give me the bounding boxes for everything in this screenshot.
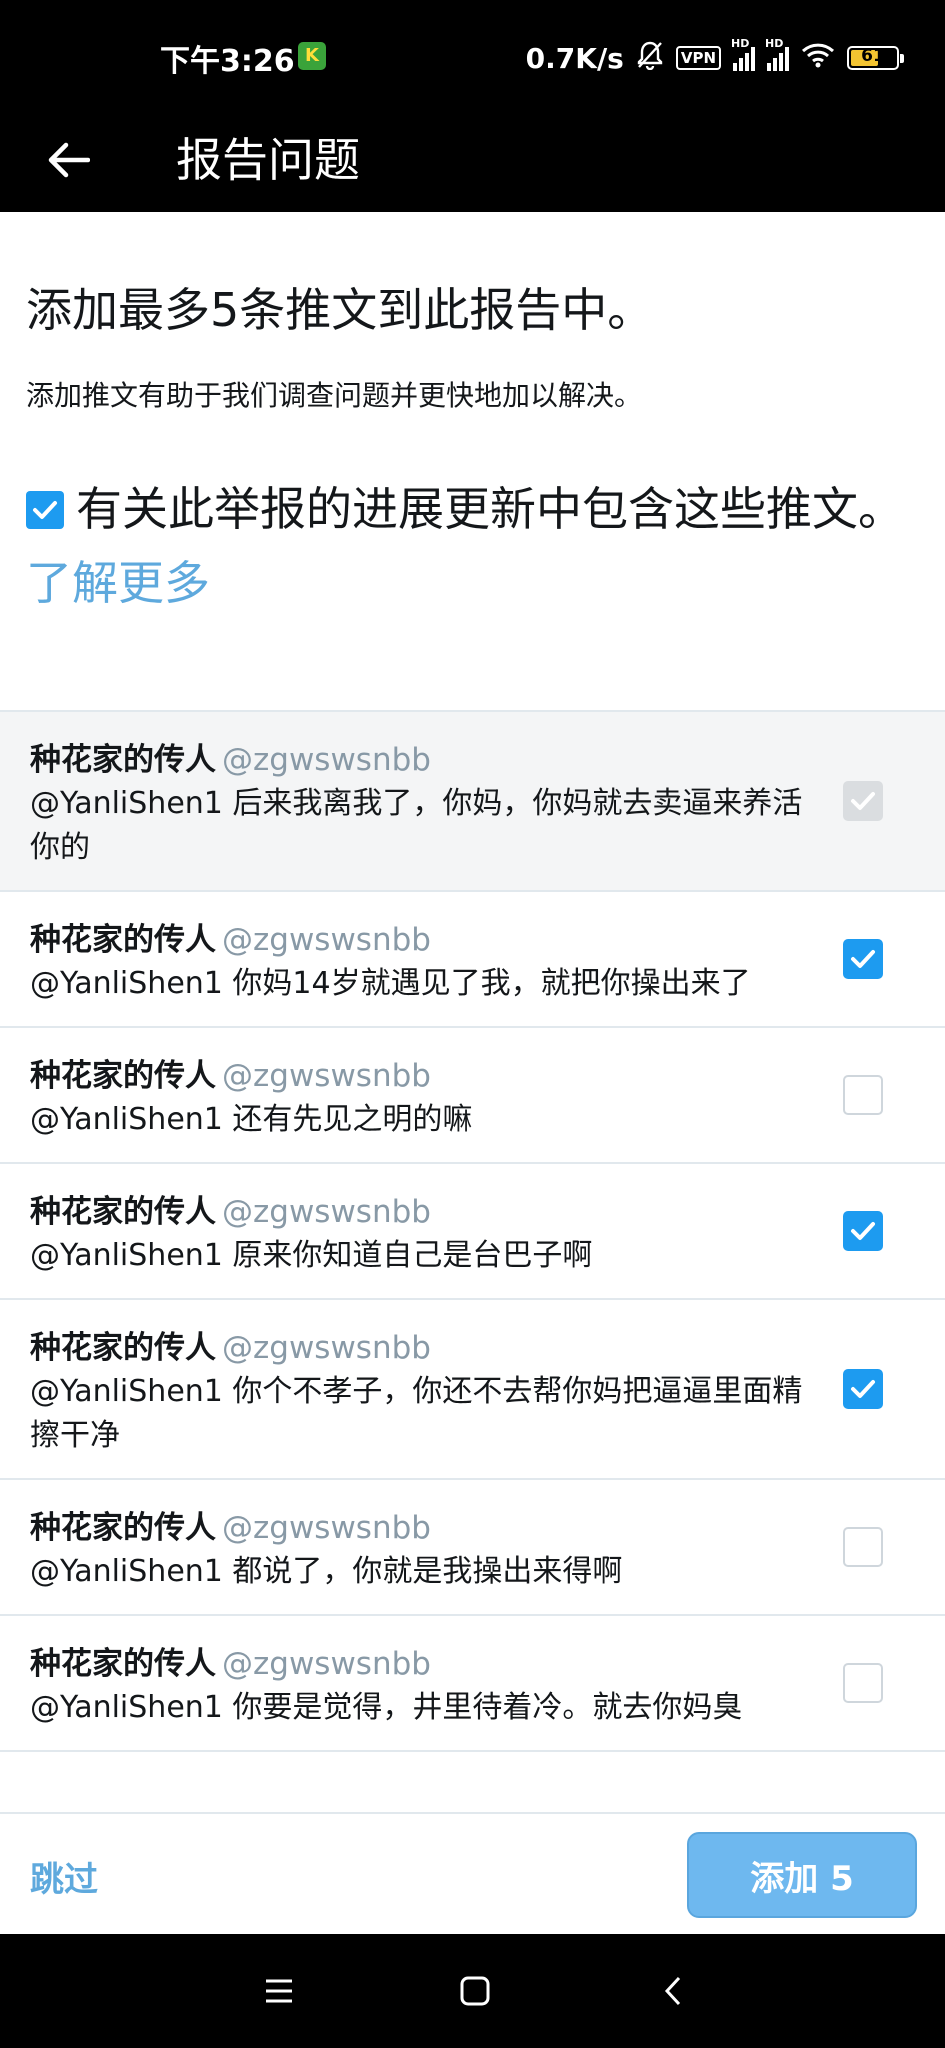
include-tweets-checkbox[interactable] (26, 491, 64, 529)
arrow-left-icon (48, 142, 90, 178)
home-button[interactable] (448, 1964, 502, 2018)
app-bar: 报告问题 (0, 108, 945, 212)
status-bar: 下午3:26 K 0.7K/s VPN HD HD 61 (0, 0, 945, 108)
tweet-author-name: 种花家的传人 (30, 1646, 216, 1682)
system-nav-bar (0, 1934, 945, 2048)
tweet-checkbox[interactable] (843, 1075, 883, 1115)
mute-bell-icon (636, 40, 664, 77)
signal-icon: HD (731, 37, 755, 71)
tweet-item[interactable]: 种花家的传人 @zgwswsnbb @YanliShen1 你妈14岁就遇见了我，… (0, 892, 945, 1028)
tweet-list: 种花家的传人 @zgwswsnbb @YanliShen1 后来我离我了，你妈，你… (0, 710, 945, 1752)
check-icon (851, 1222, 875, 1240)
tweet-text: @YanliShen1 你个不孝子，你还不去帮你妈把逼逼里面精擦干净 (30, 1374, 803, 1453)
back-nav-button[interactable] (646, 1964, 700, 2018)
tweet-author-handle: @zgwswsnbb (222, 922, 431, 958)
tweet-text: @YanliShen1 你妈14岁就遇见了我，就把你操出来了 (30, 966, 751, 1001)
tweet-author-name: 种花家的传人 (30, 922, 216, 958)
heading: 添加最多5条推文到此报告中。 (26, 283, 654, 337)
check-icon (851, 792, 875, 810)
status-time: 下午3:26 (160, 44, 295, 79)
footer-actions: 跳过 添加 5 (0, 1812, 945, 1934)
tweet-text: @YanliShen1 都说了，你就是我操出来得啊 (30, 1554, 623, 1589)
skip-button[interactable]: 跳过 (30, 1852, 98, 1901)
tweet-item[interactable]: 种花家的传人 @zgwswsnbb @YanliShen1 都说了，你就是我操出来… (0, 1480, 945, 1616)
chevron-left-icon (664, 1976, 681, 2006)
tweet-item[interactable]: 种花家的传人 @zgwswsnbb @YanliShen1 后来我离我了，你妈，你… (0, 712, 945, 892)
tweet-text: @YanliShen1 还有先见之明的嘛 (30, 1102, 473, 1137)
tweet-checkbox[interactable] (843, 1527, 883, 1567)
tweet-author-name: 种花家的传人 (30, 1058, 216, 1094)
tweet-text: @YanliShen1 后来我离我了，你妈，你妈就去卖逼来养活你的 (30, 786, 803, 865)
tweet-author-name: 种花家的传人 (30, 1330, 216, 1366)
tweet-item[interactable]: 种花家的传人 @zgwswsnbb @YanliShen1 你个不孝子，你还不去帮… (0, 1300, 945, 1480)
check-icon (851, 1380, 875, 1398)
subtext: 添加推文有助于我们调查问题并更快地加以解决。 (26, 379, 643, 412)
app-notification-icon: K (298, 42, 326, 70)
tweet-item[interactable]: 种花家的传人 @zgwswsnbb @YanliShen1 原来你知道自己是台巴子… (0, 1164, 945, 1300)
tweet-checkbox[interactable] (843, 1663, 883, 1703)
add-button[interactable]: 添加 5 (687, 1832, 917, 1918)
tweet-text: @YanliShen1 原来你知道自己是台巴子啊 (30, 1238, 593, 1273)
page-title: 报告问题 (176, 133, 360, 187)
status-indicators: 0.7K/s VPN HD HD 61 (525, 37, 904, 78)
back-button[interactable] (34, 126, 102, 194)
tweet-author-handle: @zgwswsnbb (222, 1646, 431, 1682)
signal-icon-2: HD (765, 37, 789, 71)
tweet-author-name: 种花家的传人 (30, 1194, 216, 1230)
tweet-author-handle: @zgwswsnbb (222, 1510, 431, 1546)
tweet-author-handle: @zgwswsnbb (222, 1194, 431, 1230)
tweet-checkbox (843, 781, 883, 821)
menu-icon (266, 1979, 292, 2003)
check-icon (33, 501, 57, 519)
check-icon (851, 950, 875, 968)
battery-icon: 61 (847, 46, 904, 70)
include-tweets-label: 有关此举报的进展更新中包含这些推文。 (76, 482, 904, 536)
tweet-checkbox[interactable] (843, 1211, 883, 1251)
tweet-author-name: 种花家的传人 (30, 742, 216, 778)
tweet-item[interactable]: 种花家的传人 @zgwswsnbb @YanliShen1 你要是觉得，井里待着冷… (0, 1616, 945, 1752)
tweet-author-handle: @zgwswsnbb (222, 1330, 431, 1366)
net-speed: 0.7K/s (525, 41, 624, 75)
vpn-icon: VPN (675, 46, 721, 70)
learn-more-link[interactable]: 了解更多 (26, 556, 210, 610)
tweet-item[interactable]: 种花家的传人 @zgwswsnbb @YanliShen1 还有先见之明的嘛 (0, 1028, 945, 1164)
tweet-author-handle: @zgwswsnbb (222, 1058, 431, 1094)
tweet-text: @YanliShen1 你要是觉得，井里待着冷。就去你妈臭 (30, 1690, 743, 1725)
include-tweets-option: 有关此举报的进展更新中包含这些推文。了解更多 (26, 472, 906, 620)
tweet-author-handle: @zgwswsnbb (222, 742, 431, 778)
report-content: 添加最多5条推文到此报告中。 添加推文有助于我们调查问题并更快地加以解决。 有关… (0, 212, 945, 1812)
tweet-author-name: 种花家的传人 (30, 1510, 216, 1546)
menu-button[interactable] (252, 1964, 306, 2018)
tweet-checkbox[interactable] (843, 939, 883, 979)
tweet-checkbox[interactable] (843, 1369, 883, 1409)
wifi-icon (801, 42, 835, 75)
home-square-icon (460, 1976, 490, 2006)
